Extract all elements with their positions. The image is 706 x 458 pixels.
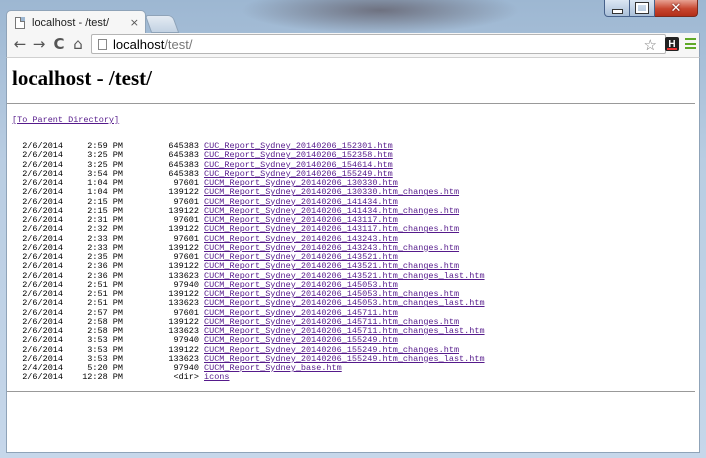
entry-time: 12:28 PM <box>82 372 123 383</box>
file-link[interactable]: CUCM_Report_Sydney_20140206_143243.htm <box>204 234 398 244</box>
file-link[interactable]: CUCM_Report_Sydney_20140206_143117.htm_c… <box>204 224 459 234</box>
close-icon: ✕ <box>670 0 682 16</box>
maximize-button[interactable] <box>630 0 655 17</box>
file-link[interactable]: icons <box>204 372 230 382</box>
browser-window: ✕ localhost - /test/ × ← → C ⌂ localhost… <box>0 0 706 458</box>
url-path: /test/ <box>164 36 193 52</box>
bookmark-star-icon[interactable]: ☆ <box>644 36 657 54</box>
address-bar[interactable]: localhost/test/ ☆ <box>91 34 666 54</box>
menu-icon[interactable] <box>685 38 696 49</box>
extension-icon[interactable]: H <box>665 37 679 51</box>
file-link[interactable]: CUCM_Report_Sydney_20140206_145711.htm <box>204 308 398 318</box>
file-link[interactable]: CUCM_Report_Sydney_20140206_145053.htm_c… <box>204 298 485 308</box>
browser-toolbar: ← → C ⌂ localhost/test/ ☆ H <box>6 33 700 57</box>
file-link[interactable]: CUCM_Report_Sydney_20140206_155249.htm <box>204 335 398 345</box>
file-link[interactable]: CUCM_Report_Sydney_20140206_143521.htm_c… <box>204 261 459 271</box>
close-window-button[interactable]: ✕ <box>655 0 698 17</box>
entry-date: 2/6/2014 <box>22 372 63 383</box>
file-link[interactable]: CUCM_Report_Sydney_20140206_141434.htm <box>204 197 398 207</box>
page-title: localhost - /test/ <box>12 66 152 90</box>
tab-close-icon[interactable]: × <box>130 16 139 29</box>
divider <box>7 103 695 104</box>
tab-title: localhost - /test/ <box>32 16 110 29</box>
window-caption-buttons: ✕ <box>604 0 698 17</box>
file-link[interactable]: CUCM_Report_Sydney_20140206_143521.htm_c… <box>204 271 485 281</box>
directory-listing: 2/6/2014 2:59 PM 645383 CUC_Report_Sydney_2… <box>18 141 699 383</box>
entry-size: <dir> <box>173 372 199 383</box>
minimize-icon <box>611 8 623 14</box>
home-icon[interactable]: ⌂ <box>69 35 87 53</box>
reload-icon[interactable]: C <box>50 35 68 53</box>
back-icon[interactable]: ← <box>11 35 29 53</box>
file-link[interactable]: CUCM_Report_Sydney_20140206_155249.htm_c… <box>204 345 459 355</box>
browser-tab[interactable]: localhost - /test/ × <box>6 10 146 34</box>
maximize-icon <box>635 2 649 14</box>
file-link[interactable]: CUC_Report_Sydney_20140206_154614.htm <box>204 160 393 170</box>
page-icon <box>15 16 25 29</box>
divider <box>7 390 695 392</box>
forward-icon[interactable]: → <box>30 35 48 53</box>
minimize-button[interactable] <box>604 0 630 17</box>
listing-row: 2/6/2014 12:28 PM <dir> icons <box>18 372 699 383</box>
url-host: localhost <box>113 36 165 52</box>
file-link[interactable]: CUC_Report_Sydney_20140206_152358.htm <box>204 150 393 160</box>
file-link[interactable]: CUCM_Report_Sydney_20140206_130330.htm_c… <box>204 187 459 197</box>
parent-directory-link[interactable]: [To Parent Directory] <box>12 115 699 125</box>
page-content: localhost - /test/ [To Parent Directory]… <box>6 57 700 453</box>
new-tab-button[interactable] <box>144 15 180 33</box>
document-icon <box>98 38 107 50</box>
